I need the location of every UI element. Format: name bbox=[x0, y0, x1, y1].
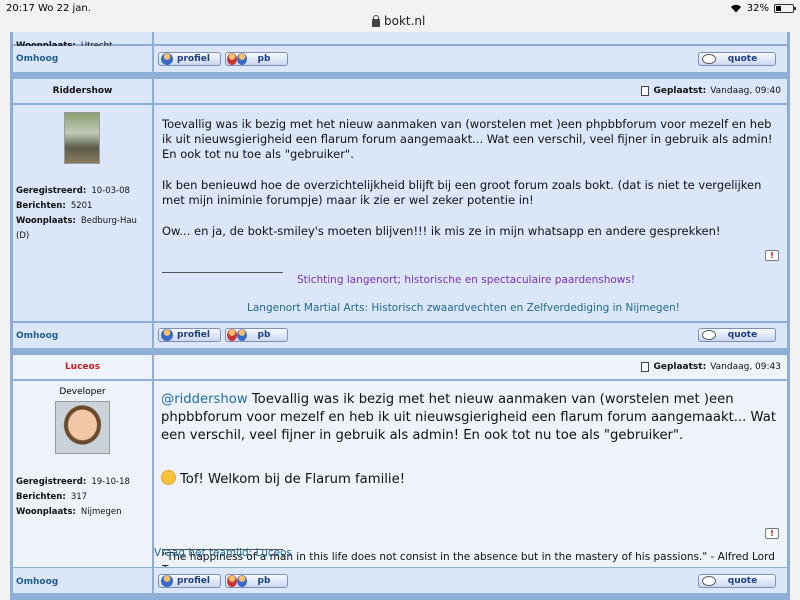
user-icon bbox=[161, 329, 173, 341]
post-paragraph: Toevallig was ik bezig met het nieuw aan… bbox=[162, 117, 773, 161]
post-content-cell: Toevallig was ik bezig met het nieuw aan… bbox=[154, 105, 787, 321]
users-icon bbox=[227, 575, 237, 587]
lock-icon bbox=[372, 14, 380, 27]
post-footer-row: Omhoog profiel pb quote bbox=[13, 46, 787, 72]
post-profile-cell: Developer Geregistreerd: 19-10-18 Berich… bbox=[13, 381, 152, 567]
avatar[interactable] bbox=[55, 401, 110, 454]
users-icon bbox=[227, 53, 237, 65]
post-paragraph: Ow... en ja, de bokt-smiley's moeten bli… bbox=[162, 224, 721, 238]
battery-icon bbox=[774, 4, 796, 13]
profiel-button[interactable]: profiel bbox=[158, 52, 221, 66]
users-icon bbox=[227, 329, 237, 341]
status-date: Wo 22 jan. bbox=[38, 3, 91, 14]
signature-link[interactable]: Vraag het teamlid: Luceos bbox=[154, 547, 292, 559]
user-mention[interactable]: @riddershow bbox=[161, 392, 248, 407]
user-icon bbox=[161, 53, 173, 65]
user-stats: Geregistreerd: 19-10-18 Berichten: 317 W… bbox=[16, 477, 130, 517]
post-username[interactable]: Luceos bbox=[13, 362, 152, 372]
pb-button[interactable]: pb bbox=[225, 574, 288, 588]
forum-thread: Woonplaats: Utrecht Omhoog profiel pb qu… bbox=[10, 32, 790, 600]
quote-button[interactable]: quote bbox=[698, 328, 776, 342]
pb-button[interactable]: pb bbox=[225, 328, 288, 342]
post-quote-text: @riddershow Toevallig was ik bezig met h… bbox=[161, 392, 776, 443]
post-header-row: Luceos Geplaatst: Vandaag, 09:43 bbox=[13, 355, 787, 379]
post-reply: Tof! Welkom bij de Flarum familie! bbox=[161, 470, 779, 489]
url-text: bokt.nl bbox=[384, 14, 426, 28]
status-indicators: 32% bbox=[730, 3, 796, 14]
post-timestamp: Geplaatst: Vandaag, 09:40 bbox=[641, 86, 781, 96]
user-rank: Developer bbox=[59, 387, 106, 397]
speech-bubble-icon bbox=[702, 576, 716, 586]
avatar[interactable] bbox=[64, 112, 100, 164]
post-timestamp: Geplaatst: Vandaag, 09:43 bbox=[641, 362, 781, 372]
post-body-row: Developer Geregistreerd: 19-10-18 Berich… bbox=[13, 381, 787, 576]
partial-profile-cell: Woonplaats: Utrecht bbox=[13, 32, 152, 51]
user-stats: Geregistreerd: 10-03-08 Berichten: 5201 … bbox=[16, 186, 137, 241]
status-bar: 20:17 Wo 22 jan. 32% bokt.nl bbox=[0, 0, 800, 36]
report-button[interactable]: ! bbox=[765, 250, 779, 261]
report-button[interactable]: ! bbox=[765, 528, 779, 539]
post-profile-cell: Geregistreerd: 10-03-08 Berichten: 5201 … bbox=[13, 105, 152, 321]
speech-bubble-icon bbox=[702, 54, 716, 64]
wifi-icon bbox=[730, 4, 741, 13]
post-body-row: Geregistreerd: 10-03-08 Berichten: 5201 … bbox=[13, 105, 787, 321]
partial-post-cell bbox=[154, 32, 787, 44]
omhoog-link[interactable]: Omhoog bbox=[16, 577, 58, 587]
profiel-button[interactable]: profiel bbox=[158, 328, 221, 342]
signature-link[interactable]: Stichting langenort; historische en spec… bbox=[297, 274, 635, 286]
battery-percent: 32% bbox=[746, 3, 769, 14]
profiel-button[interactable]: profiel bbox=[158, 574, 221, 588]
party-face-icon bbox=[161, 470, 176, 485]
speech-bubble-icon bbox=[702, 330, 716, 340]
partial-post-row: Woonplaats: Utrecht bbox=[13, 32, 787, 51]
post-header-row: Riddershow Geplaatst: Vandaag, 09:40 bbox=[13, 79, 787, 103]
post-username[interactable]: Riddershow bbox=[13, 86, 152, 96]
post-footer-row: Omhoog profiel pb quote bbox=[13, 567, 787, 594]
user-icon bbox=[161, 575, 173, 587]
signature-divider bbox=[162, 272, 283, 273]
quote-button[interactable]: quote bbox=[698, 574, 776, 588]
address-bar[interactable]: bokt.nl bbox=[372, 14, 425, 28]
battery-level bbox=[776, 6, 781, 11]
post-content-cell: @riddershow Toevallig was ik bezig met h… bbox=[154, 381, 787, 576]
omhoog-link[interactable]: Omhoog bbox=[16, 331, 58, 341]
document-icon bbox=[641, 362, 650, 372]
quote-button[interactable]: quote bbox=[698, 52, 776, 66]
post-footer-row: Omhoog profiel pb quote bbox=[13, 323, 787, 348]
document-icon bbox=[641, 86, 650, 96]
pb-button[interactable]: pb bbox=[225, 52, 288, 66]
post-paragraph: Ik ben benieuwd hoe de overzichtelijkhei… bbox=[162, 178, 762, 207]
signature-link[interactable]: Langenort Martial Arts: Historisch zwaar… bbox=[247, 302, 680, 314]
omhoog-link[interactable]: Omhoog bbox=[16, 54, 58, 64]
status-time: 20:17 bbox=[6, 3, 35, 14]
